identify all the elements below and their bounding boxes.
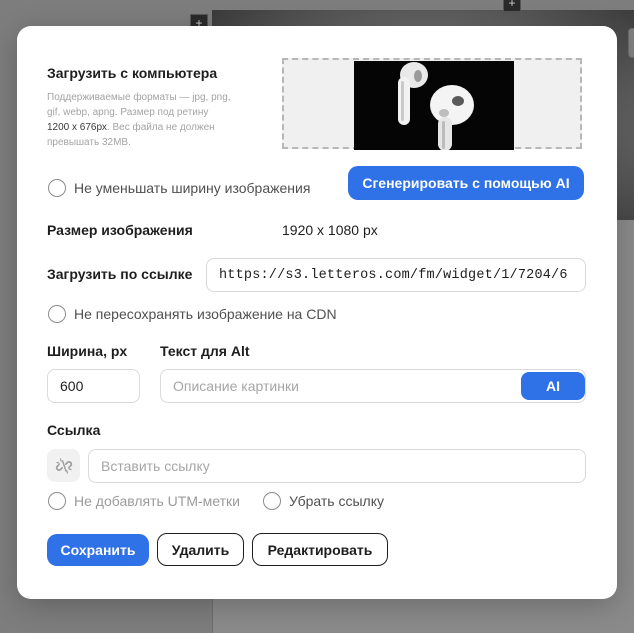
image-size-label: Размер изображения: [47, 222, 193, 238]
upload-hint-line: gif, webp, apng. Размер под ретину: [47, 107, 209, 118]
broken-link-icon: [55, 457, 72, 474]
delete-button[interactable]: Удалить: [157, 533, 244, 566]
unlink-button[interactable]: [47, 449, 80, 482]
upload-hint-line: 1200 х 676рх. Вес файла не должен: [47, 122, 215, 133]
add-block-icon: +: [503, 0, 521, 12]
editor-side-panel: [628, 28, 634, 58]
image-preview: [354, 61, 514, 150]
upload-title: Загрузить с компьютера: [47, 65, 218, 81]
remove-link-label: Убрать ссылку: [289, 493, 384, 509]
no-resave-cdn-checkbox[interactable]: [48, 305, 66, 323]
remove-link-checkbox[interactable]: [263, 492, 281, 510]
url-upload-label: Загрузить по ссылке: [47, 266, 193, 282]
image-url-value: https://s3.letteros.com/fm/widget/1/7204…: [219, 267, 568, 283]
save-button[interactable]: Сохранить: [47, 534, 149, 566]
no-shrink-checkbox[interactable]: [48, 179, 66, 197]
link-placeholder: Вставить ссылку: [101, 458, 210, 474]
alt-ai-button[interactable]: AI: [521, 372, 585, 400]
image-url-input[interactable]: https://s3.letteros.com/fm/widget/1/7204…: [206, 258, 586, 292]
upload-hint: Поддерживаемые форматы — jpg, png, gif, …: [47, 90, 257, 150]
edit-button[interactable]: Редактировать: [252, 533, 388, 566]
upload-hint-line: превышать 32МВ.: [47, 137, 131, 148]
image-size-value: 1920 x 1080 px: [282, 222, 378, 238]
width-value: 600: [60, 378, 84, 394]
width-label: Ширина, px: [47, 343, 128, 359]
link-input[interactable]: Вставить ссылку: [88, 449, 586, 483]
upload-dropzone[interactable]: [282, 58, 582, 150]
earbuds-icon: [354, 61, 514, 150]
link-label: Ссылка: [47, 422, 101, 438]
retina-size: 1200 х 676рх: [47, 122, 107, 133]
alt-label: Текст для Alt: [160, 343, 250, 359]
generate-ai-button[interactable]: Сгенерировать с помощью AI: [348, 166, 584, 200]
no-utm-label: Не добавлять UTM-метки: [74, 493, 240, 509]
no-shrink-label: Не уменьшать ширину изображения: [74, 180, 311, 196]
width-input[interactable]: 600: [47, 369, 140, 403]
image-settings-modal: Загрузить с компьютера Поддерживаемые фо…: [17, 26, 617, 599]
upload-hint-line: Поддерживаемые форматы — jpg, png,: [47, 92, 231, 103]
no-resave-cdn-label: Не пересохранять изображение на CDN: [74, 306, 337, 322]
alt-placeholder: Описание картинки: [173, 378, 299, 394]
no-utm-checkbox[interactable]: [48, 492, 66, 510]
